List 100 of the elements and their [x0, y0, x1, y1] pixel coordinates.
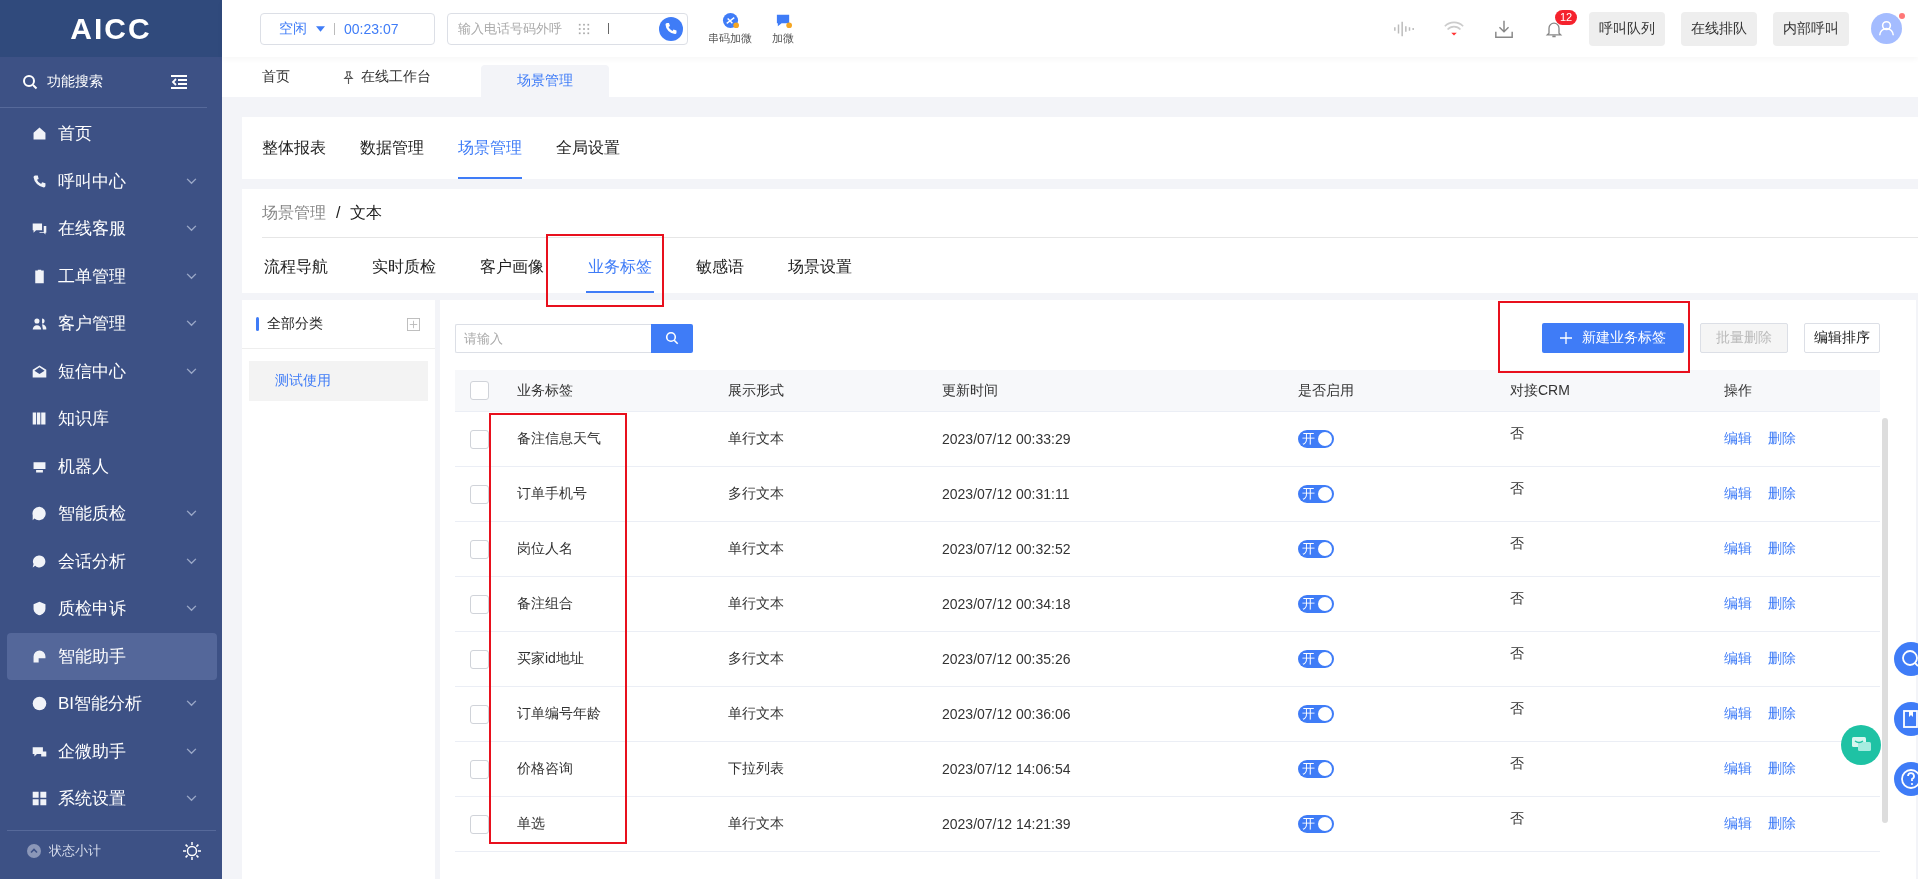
sidebar-item[interactable]: 工单管理	[7, 252, 217, 300]
select-all-checkbox[interactable]	[470, 381, 489, 400]
row-checkbox[interactable]	[470, 704, 489, 724]
action-link[interactable]: 编辑	[1724, 650, 1752, 668]
toggle-switch[interactable]: 开	[1298, 485, 1334, 503]
sidebar-item[interactable]: 机器人	[7, 442, 217, 490]
toggle-switch[interactable]: 开	[1298, 650, 1334, 668]
action-link[interactable]: 编辑	[1724, 540, 1752, 558]
toggle-switch[interactable]: 开	[1298, 815, 1334, 833]
action-link[interactable]: 删除	[1768, 485, 1796, 503]
action-link[interactable]: 编辑	[1724, 595, 1752, 613]
category-item[interactable]: 测试使用	[249, 361, 428, 401]
sub-tab[interactable]: 流程导航	[262, 244, 330, 293]
action-link[interactable]: 删除	[1768, 430, 1796, 448]
toggle-switch[interactable]: 开	[1298, 540, 1334, 558]
page-tab[interactable]: 在线工作台	[322, 57, 451, 97]
breadcrumb-item: 文本	[350, 202, 383, 223]
search-field[interactable]: 请输入	[455, 323, 651, 353]
header-button[interactable]: 呼叫队列	[1589, 11, 1665, 46]
sub-tab[interactable]: 客户画像	[478, 244, 546, 293]
sidebar-item[interactable]: 系统设置	[7, 775, 217, 823]
add-icon[interactable]	[407, 317, 420, 331]
section-tab[interactable]: 数据管理	[360, 117, 424, 179]
sidebar-item[interactable]: 智能助手	[7, 632, 217, 680]
sidebar-item[interactable]: 首页	[7, 110, 217, 158]
section-tab[interactable]: 整体报表	[262, 117, 326, 179]
download-icon[interactable]	[1493, 18, 1515, 39]
sub-tab[interactable]: 场景设置	[786, 244, 854, 293]
action-link[interactable]: 编辑	[1724, 705, 1752, 723]
action-link[interactable]: 编辑	[1724, 815, 1752, 833]
action-link[interactable]: 编辑	[1724, 430, 1752, 448]
dialpad-icon[interactable]	[578, 22, 590, 35]
sidebar-item[interactable]: 短信中心	[7, 347, 217, 395]
function-search[interactable]: 功能搜索	[47, 73, 162, 91]
collapse-menu-icon[interactable]	[171, 75, 187, 89]
toolbar-button[interactable]: 编辑排序	[1804, 323, 1880, 353]
table-cell-text: 否	[1510, 480, 1525, 498]
phone-call-icon[interactable]	[659, 16, 683, 41]
status-selector[interactable]: 空闲 00:23:07	[260, 12, 435, 45]
scrollbar[interactable]	[1882, 418, 1888, 823]
sub-tab[interactable]: 实时质检	[370, 244, 438, 293]
menu-icon	[31, 695, 48, 713]
section-tab[interactable]: 全局设置	[556, 117, 620, 179]
action-link[interactable]: 编辑	[1724, 485, 1752, 503]
table-cell-text: 否	[1510, 700, 1525, 718]
row-checkbox[interactable]	[470, 814, 489, 834]
search-icon[interactable]	[1894, 642, 1918, 676]
toggle-switch[interactable]: 开	[1298, 760, 1334, 778]
sidebar-item[interactable]: 企微助手	[7, 727, 217, 775]
status-summary[interactable]: 状态小计	[49, 842, 174, 860]
sub-tab[interactable]: 业务标签	[586, 244, 654, 293]
action-link[interactable]: 删除	[1768, 760, 1796, 778]
column-header: 对接CRM	[1510, 381, 1571, 400]
sidebar-item[interactable]: 会话分析	[7, 537, 217, 585]
row-checkbox[interactable]	[470, 484, 489, 504]
row-checkbox[interactable]	[470, 429, 489, 449]
search-button[interactable]	[651, 323, 693, 353]
action-link[interactable]: 删除	[1768, 815, 1796, 833]
section-tab[interactable]: 场景管理	[458, 117, 522, 179]
toolbar-tool[interactable]: 加微	[772, 11, 794, 46]
action-link[interactable]: 删除	[1768, 650, 1796, 668]
breadcrumb-item[interactable]: 场景管理	[262, 202, 326, 224]
menu-icon	[31, 505, 48, 523]
action-link[interactable]: 删除	[1768, 705, 1796, 723]
header-button[interactable]: 在线排队	[1681, 11, 1757, 46]
toggle-switch[interactable]: 开	[1298, 705, 1334, 723]
sidebar-item[interactable]: 智能质检	[7, 490, 217, 538]
page-tab[interactable]: 首页	[242, 57, 310, 97]
action-link[interactable]: 删除	[1768, 595, 1796, 613]
book-icon[interactable]	[1894, 702, 1918, 736]
sidebar-item[interactable]: BI智能分析	[7, 680, 217, 728]
avatar-icon[interactable]	[1871, 13, 1902, 44]
toggle-switch[interactable]: 开	[1298, 595, 1334, 613]
sidebar-item[interactable]: 在线客服	[7, 205, 217, 253]
sidebar-item[interactable]: 客户管理	[7, 300, 217, 348]
toolbar-tool[interactable]: 串码加微	[708, 11, 752, 46]
sidebar-item[interactable]: 知识库	[7, 395, 217, 443]
column-header: 展示形式	[728, 381, 785, 400]
table-cell-text: 2023/07/12 14:06:54	[942, 761, 1072, 777]
table-cell-text: 2023/07/12 00:34:18	[942, 596, 1072, 612]
row-checkbox[interactable]	[470, 539, 489, 559]
row-checkbox[interactable]	[470, 759, 489, 779]
toggle-switch[interactable]: 开	[1298, 430, 1334, 448]
header-button[interactable]: 内部呼叫	[1773, 11, 1849, 46]
create-button[interactable]: 新建业务标签	[1542, 323, 1684, 353]
action-link[interactable]: 删除	[1768, 540, 1796, 558]
table-cell-text: 单行文本	[728, 705, 785, 723]
action-link[interactable]: 编辑	[1724, 760, 1752, 778]
sun-icon[interactable]	[182, 841, 202, 861]
menu-icon	[31, 790, 48, 808]
table-cell-text: 多行文本	[728, 650, 785, 668]
row-checkbox[interactable]	[470, 649, 489, 669]
sub-tab[interactable]: 敏感语	[694, 244, 746, 293]
page-tab[interactable]: 场景管理	[481, 65, 609, 97]
chat-bubble-button[interactable]	[1841, 725, 1881, 765]
help-icon[interactable]	[1894, 762, 1918, 796]
sidebar-item[interactable]: 呼叫中心	[7, 157, 217, 205]
table-cell-text: 订单编号年龄	[517, 705, 602, 723]
row-checkbox[interactable]	[470, 594, 489, 614]
sidebar-item[interactable]: 质检申诉	[7, 585, 217, 633]
